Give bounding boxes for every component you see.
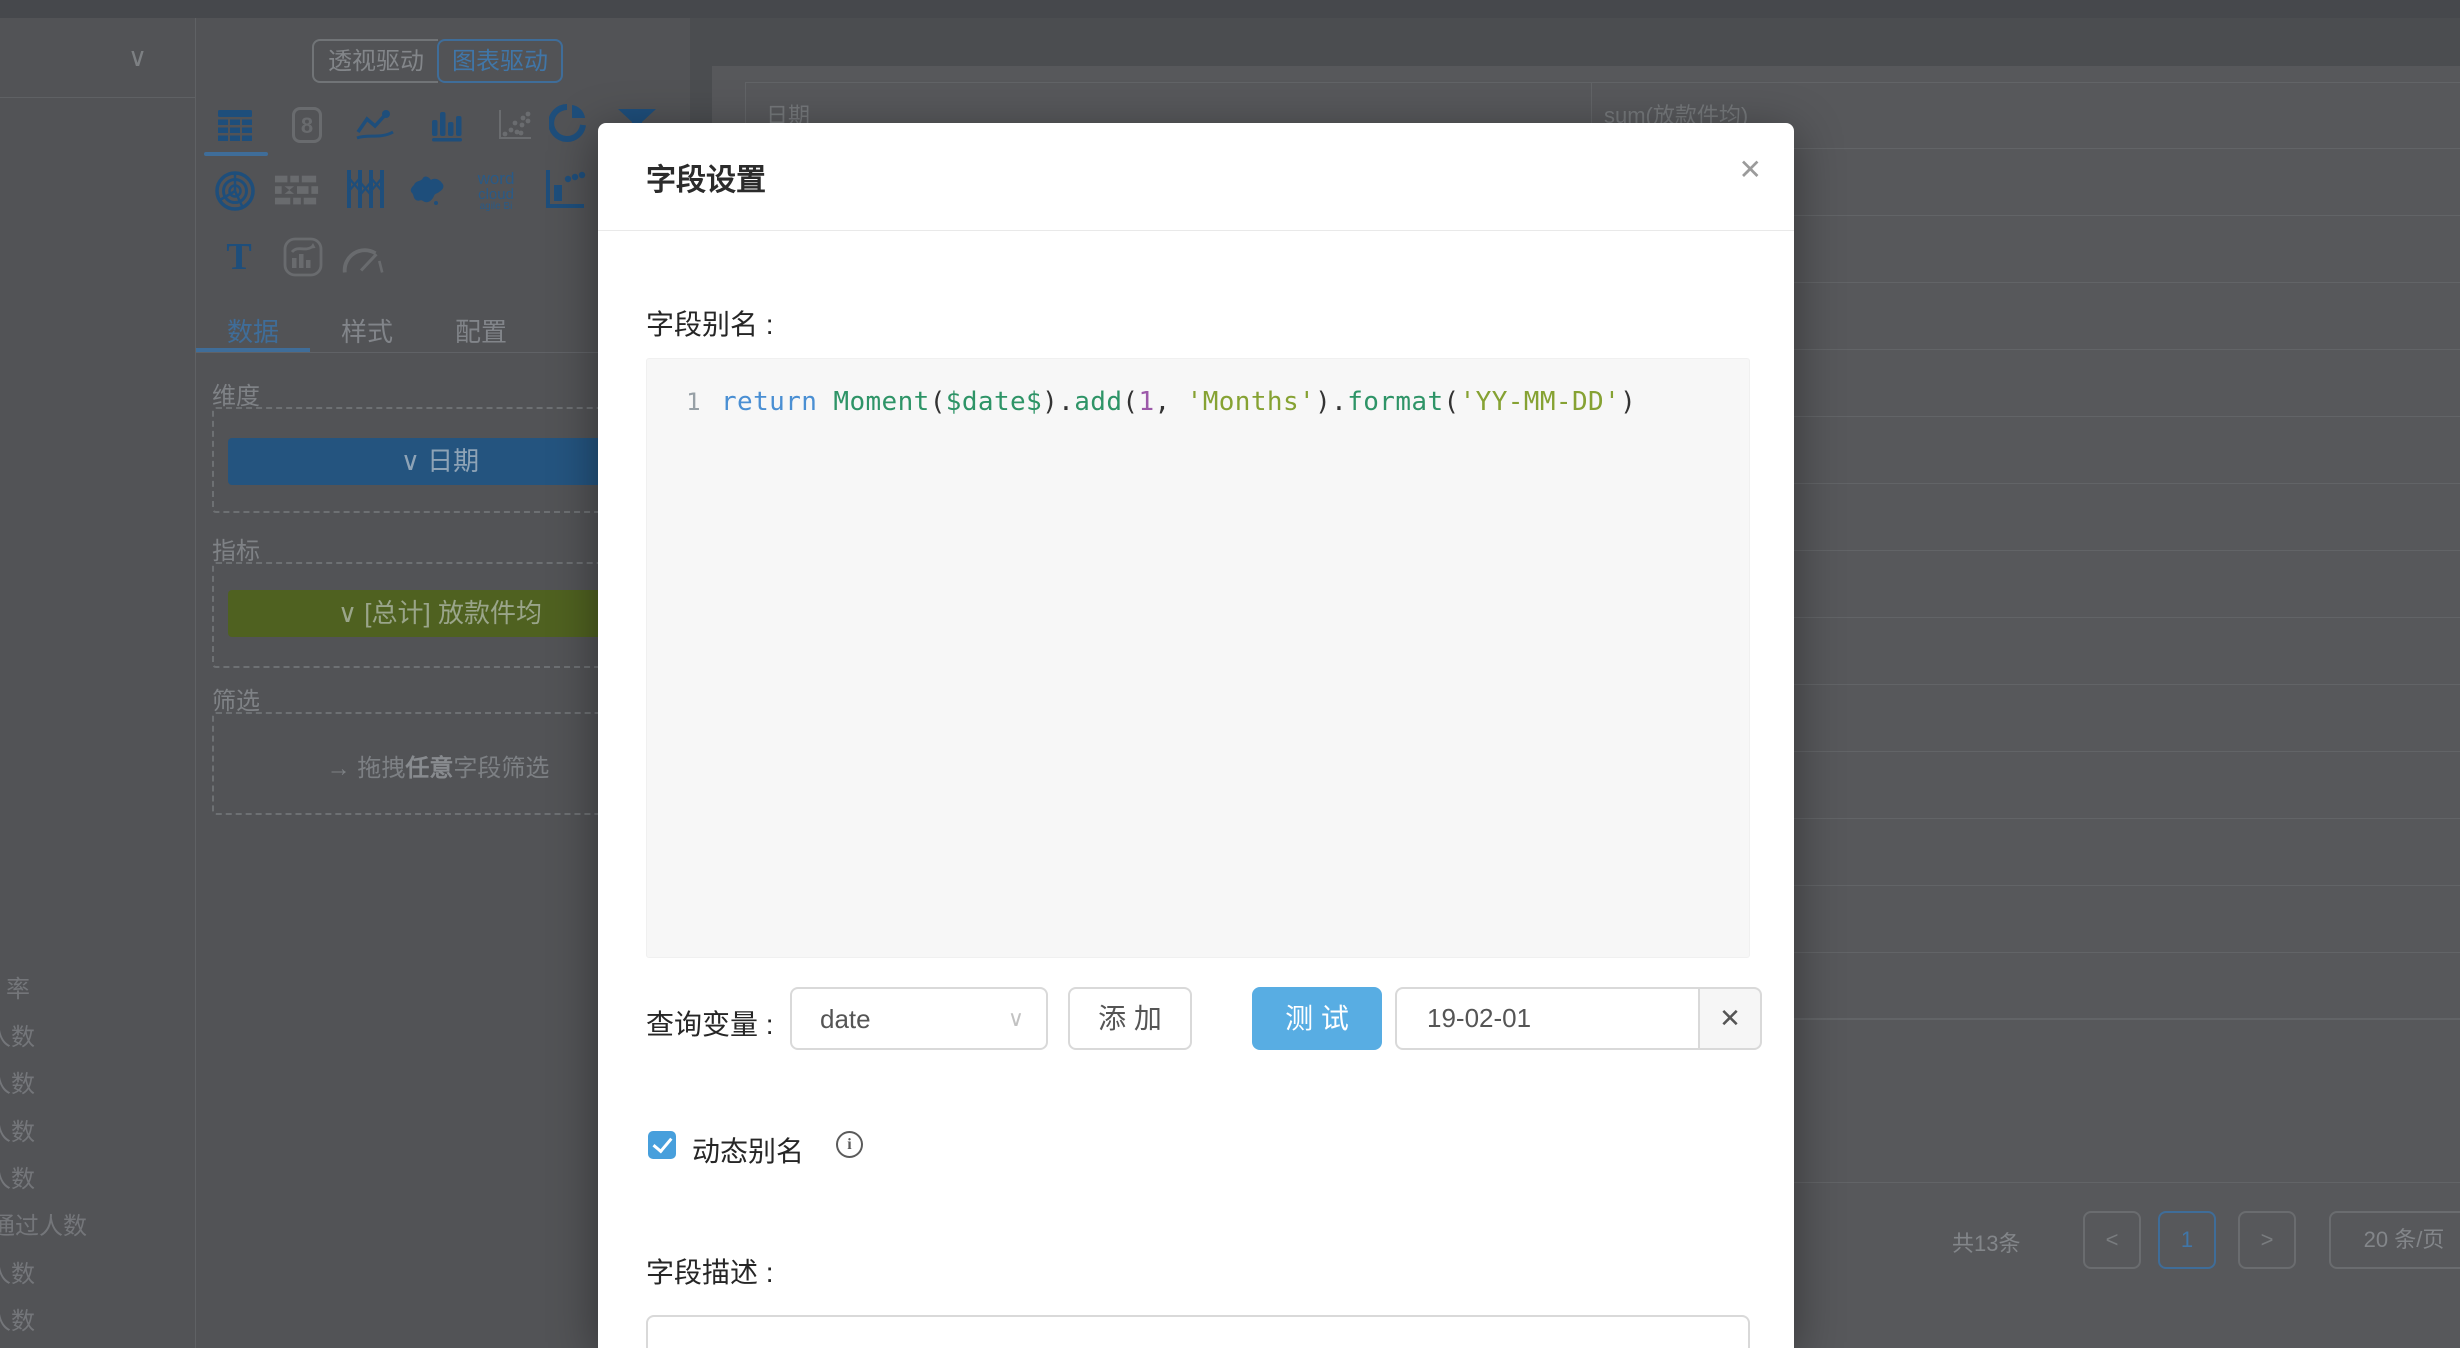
close-icon[interactable]: ✕	[1739, 153, 1762, 186]
field-list-item[interactable]: 人数	[0, 1307, 35, 1337]
chart-type-interval-bar-icon[interactable]	[542, 168, 588, 210]
chart-type-gauge-icon[interactable]	[340, 238, 386, 280]
line-number: 1	[647, 388, 721, 416]
chart-type-parallel-icon[interactable]	[342, 168, 388, 210]
pagination-prev-button[interactable]: <	[2083, 1211, 2141, 1269]
chevron-down-icon: ∨	[1008, 989, 1024, 1049]
field-list-panel: ∨ 率 人数 人数 人数 人数 通过人数 人数 人数	[0, 18, 196, 1348]
chart-type-combo-icon[interactable]	[280, 236, 326, 278]
field-list-item[interactable]: 人数	[0, 1023, 35, 1053]
select-value: date	[820, 989, 871, 1049]
field-list-item[interactable]: 人数	[0, 1165, 35, 1195]
chevron-down-icon: ∨	[401, 446, 420, 476]
dataset-selector[interactable]: ∨	[0, 18, 195, 98]
chevron-down-icon: ∨	[128, 42, 147, 73]
dimension-pill-date[interactable]: ∨ 日期	[228, 438, 652, 485]
driver-mode-toggle: 透视驱动 图表驱动	[312, 39, 564, 83]
toggle-pivot-driven[interactable]: 透视驱动	[312, 39, 438, 83]
field-description-label: 字段描述 :	[646, 1251, 774, 1291]
pagination-next-button[interactable]: >	[2238, 1211, 2296, 1269]
dynamic-alias-label: 动态别名	[692, 1130, 804, 1170]
chevron-down-icon: ∨	[338, 598, 357, 628]
dynamic-alias-checkbox[interactable]	[648, 1131, 676, 1159]
filter-section-label: 筛选	[212, 681, 260, 716]
metric-pill-label: [总计] 放款件均	[364, 598, 542, 628]
tab-style[interactable]: 样式	[310, 312, 424, 349]
chart-type-pie-icon[interactable]	[546, 102, 592, 144]
code-line: 1return Moment($date$).add(1, 'Months').…	[647, 387, 1749, 417]
chart-type-china-map-icon[interactable]	[404, 170, 450, 212]
chart-type-bar-chart-icon[interactable]	[424, 104, 470, 146]
page-size-select[interactable]: 20 条/页	[2329, 1211, 2460, 1269]
chart-type-table-icon[interactable]	[212, 104, 258, 146]
chart-type-number-card-icon[interactable]: 8	[284, 104, 330, 146]
app-root: ∨ 率 人数 人数 人数 人数 通过人数 人数 人数 透视驱动 图表驱动 8	[0, 0, 2460, 1348]
chart-type-line-chart-icon[interactable]	[352, 104, 398, 146]
chart-type-scatter-icon[interactable]	[492, 104, 538, 146]
pagination-total: 共13条	[1952, 1226, 2020, 1258]
filter-dropzone-hint: → 拖拽任意字段筛选	[212, 748, 664, 783]
field-list-item[interactable]: 人数	[0, 1070, 35, 1100]
clear-input-button[interactable]: ✕	[1700, 987, 1762, 1050]
field-list-item[interactable]: 人数	[0, 1260, 35, 1290]
metric-section-label: 指标	[212, 531, 260, 566]
top-bar	[0, 0, 2460, 18]
modal-header-divider	[598, 230, 1794, 231]
toggle-chart-driven[interactable]: 图表驱动	[437, 39, 563, 83]
pagination-page-1[interactable]: 1	[2158, 1211, 2216, 1269]
chart-type-gantt-icon[interactable]	[274, 170, 320, 212]
selected-chart-type-underline	[204, 152, 268, 156]
dimension-section-label: 维度	[212, 376, 260, 411]
query-variable-label: 查询变量 :	[646, 1003, 774, 1043]
modal-title: 字段设置	[646, 155, 766, 199]
add-button[interactable]: 添 加	[1068, 987, 1192, 1050]
field-description-input[interactable]	[646, 1315, 1750, 1348]
field-alias-label: 字段别名 :	[646, 303, 774, 343]
field-settings-modal: 字段设置 ✕ 字段别名 : 1return Moment($date$).add…	[598, 123, 1794, 1348]
chart-type-text-icon[interactable]: T	[216, 236, 262, 278]
info-icon[interactable]: i	[836, 1131, 863, 1158]
test-value: 19-02-01	[1427, 989, 1531, 1048]
dimension-pill-label: 日期	[427, 446, 479, 476]
chart-type-word-cloud-icon[interactable]: word cloud agile Bi	[468, 170, 524, 212]
metric-pill[interactable]: ∨ [总计] 放款件均	[228, 590, 652, 637]
chart-type-radar-icon[interactable]	[212, 170, 258, 212]
query-variable-select[interactable]: date ∨	[790, 987, 1048, 1050]
field-list-item[interactable]: 率	[6, 975, 30, 1005]
field-list-item[interactable]: 人数	[0, 1118, 35, 1148]
tab-config[interactable]: 配置	[424, 312, 538, 349]
field-list-item[interactable]: 通过人数	[0, 1212, 87, 1242]
tab-data[interactable]: 数据	[196, 312, 310, 349]
test-value-input[interactable]: 19-02-01	[1395, 987, 1700, 1050]
test-button[interactable]: 测 试	[1252, 987, 1382, 1050]
arrow-right-icon: →	[327, 755, 351, 782]
code-editor[interactable]: 1return Moment($date$).add(1, 'Months').…	[646, 358, 1750, 958]
